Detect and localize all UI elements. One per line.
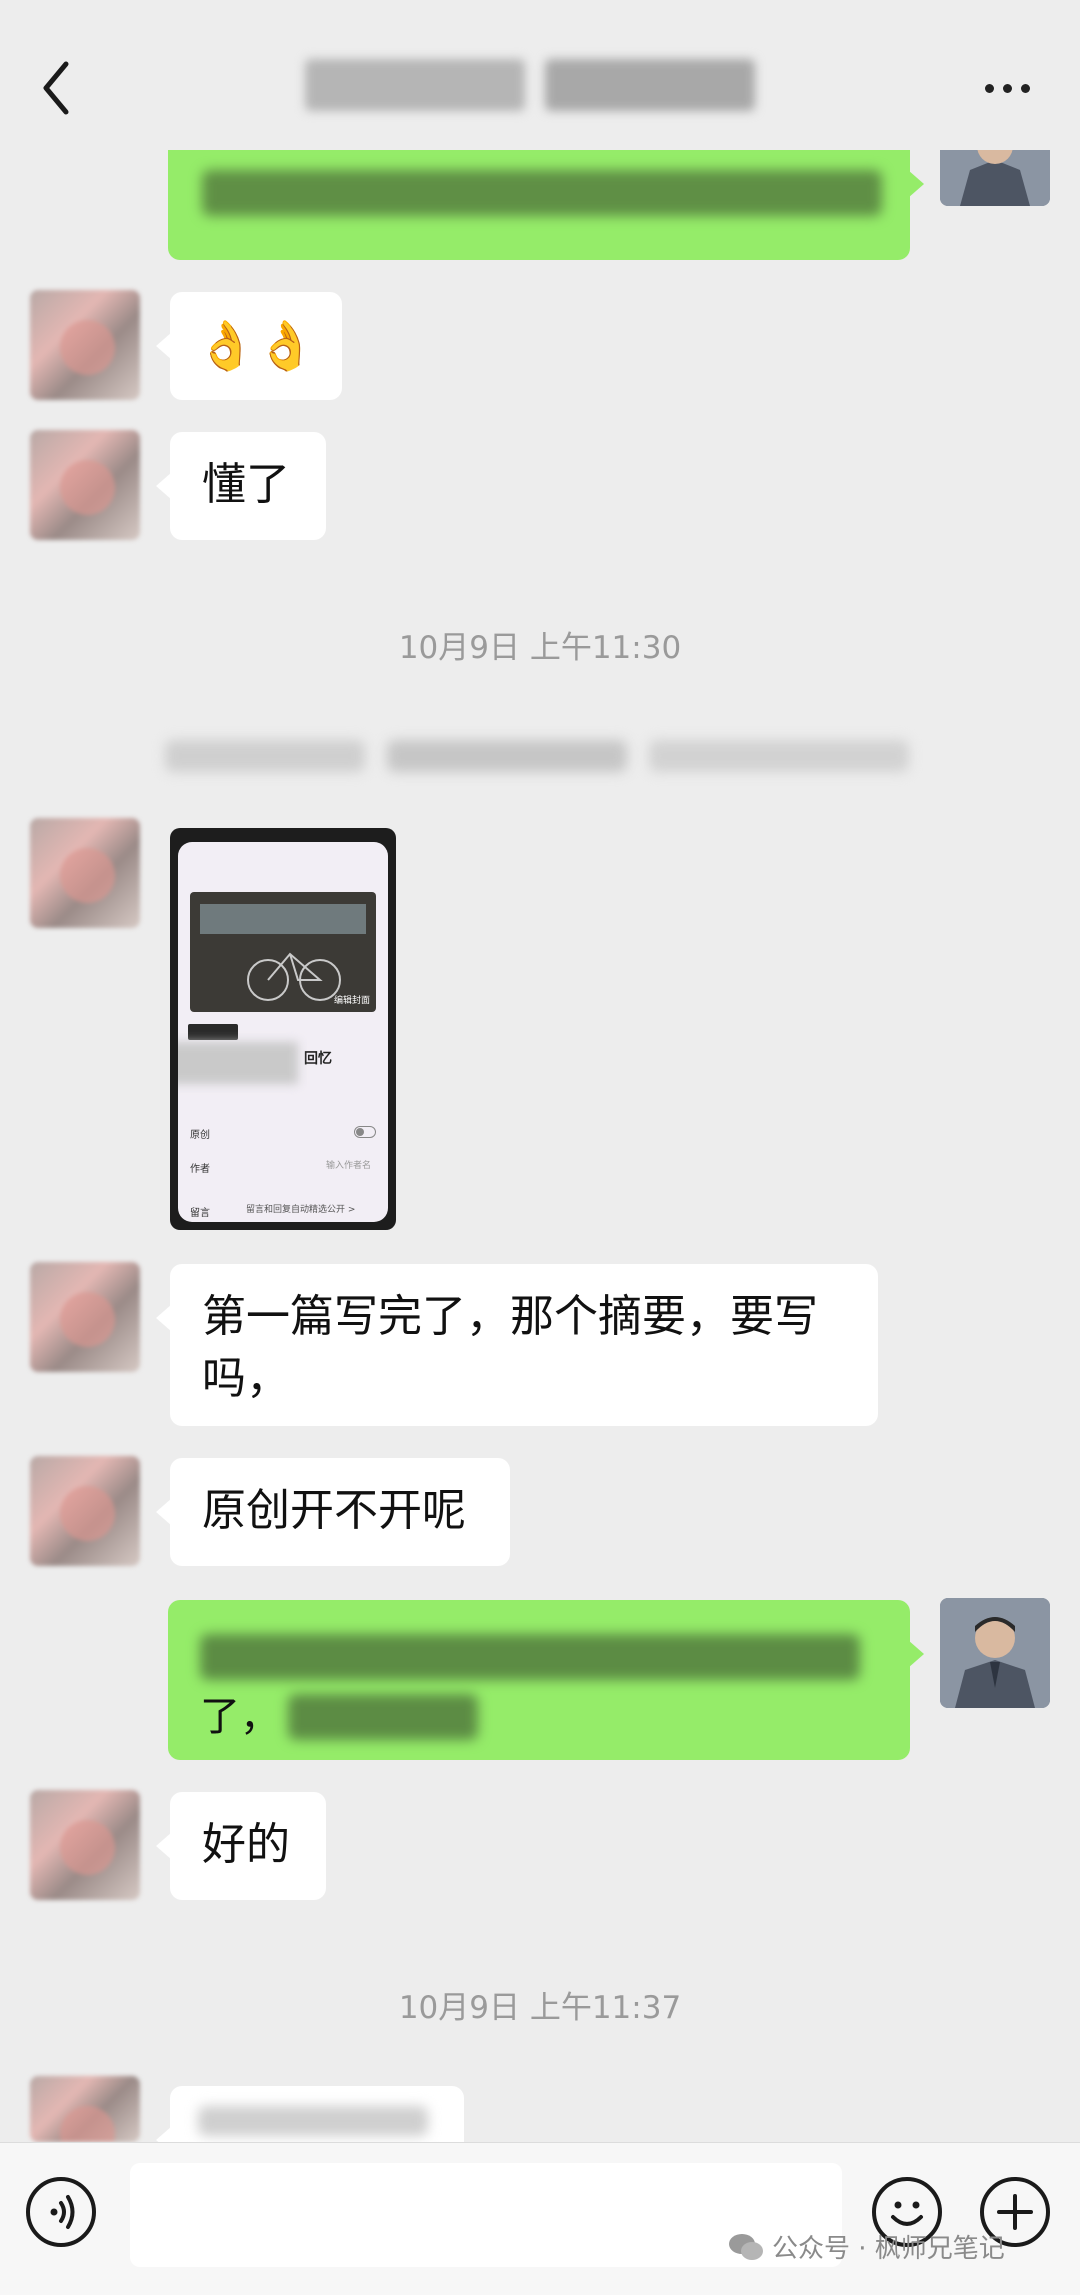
setting-original-label: 原创 bbox=[190, 1130, 210, 1141]
blurred-text bbox=[198, 2106, 428, 2136]
message-contact-5[interactable]: 第一篇写完了，那个摘要，要写吗， bbox=[156, 1264, 878, 1426]
message-contact-3[interactable]: 懂了 bbox=[156, 432, 326, 540]
message-text: 好的 bbox=[202, 1819, 290, 1870]
original-toggle bbox=[354, 1126, 376, 1138]
blurred-system-notice bbox=[165, 740, 925, 776]
timestamp: 10月9日 上午11:37 bbox=[398, 1990, 682, 2026]
message-text-fragment: 了， bbox=[200, 1694, 280, 1740]
image-message[interactable]: 编辑封面 回忆 原创 作者 输入作者名 留言 留言和回复自动精选公开 > bbox=[170, 828, 396, 1230]
voice-icon bbox=[50, 2195, 75, 2229]
edit-cover-tag: 编辑封面 bbox=[333, 996, 370, 1006]
setting-author-label: 作者 bbox=[190, 1164, 210, 1175]
person-icon bbox=[940, 1598, 1050, 1708]
timestamp: 10月9日 上午11:30 bbox=[398, 630, 682, 666]
message-text: 第一篇写完了，那个摘要，要写吗， bbox=[202, 1291, 818, 1404]
message-contact-2[interactable]: 👌👌 bbox=[156, 292, 342, 400]
more-horizontal-icon bbox=[985, 84, 994, 93]
avatar-contact[interactable] bbox=[30, 818, 140, 928]
avatar-contact[interactable] bbox=[30, 2076, 140, 2142]
watermark-text: 公众号 · 枫师兄笔记 bbox=[772, 2234, 1005, 2264]
avatar-contact[interactable] bbox=[30, 430, 140, 540]
setting-comment-label: 留言 bbox=[190, 1208, 210, 1219]
more-options-button[interactable] bbox=[985, 84, 1030, 93]
voice-button[interactable] bbox=[26, 2177, 96, 2247]
message-contact-8[interactable]: 好的 bbox=[156, 1792, 326, 1900]
wechat-icon bbox=[729, 2233, 763, 2260]
bicycle-photo: 编辑封面 bbox=[190, 892, 376, 1012]
article-title-suffix: 回忆 bbox=[304, 1051, 332, 1067]
ok-hand-emoji: 👌👌 bbox=[196, 318, 316, 374]
avatar-contact[interactable] bbox=[30, 1456, 140, 1566]
back-button[interactable] bbox=[38, 58, 78, 118]
chevron-left-icon bbox=[43, 61, 69, 115]
chat-header bbox=[0, 0, 1080, 150]
message-self-7[interactable]: 了， bbox=[168, 1600, 924, 1760]
message-contact-9[interactable] bbox=[156, 2086, 464, 2154]
avatar-self[interactable] bbox=[940, 1598, 1050, 1708]
comment-value: 留言和回复自动精选公开 > bbox=[246, 1205, 356, 1215]
message-text: 懂了 bbox=[202, 459, 290, 510]
input-bar bbox=[0, 2142, 1080, 2295]
chat-title-blurred bbox=[305, 55, 755, 115]
blurred-text bbox=[202, 170, 882, 216]
author-placeholder: 输入作者名 bbox=[326, 1161, 372, 1171]
avatar-contact[interactable] bbox=[30, 1262, 140, 1372]
avatar-contact[interactable] bbox=[30, 1790, 140, 1900]
watermark: 公众号 · 枫师兄笔记 bbox=[728, 2228, 1005, 2265]
message-text: 原创开不开呢 bbox=[202, 1485, 466, 1536]
phone-screenshot: 编辑封面 回忆 原创 作者 输入作者名 留言 留言和回复自动精选公开 > bbox=[178, 842, 388, 1222]
blurred-text bbox=[200, 1634, 860, 1680]
message-contact-6[interactable]: 原创开不开呢 bbox=[156, 1458, 510, 1566]
avatar-contact[interactable] bbox=[30, 290, 140, 400]
blurred-text bbox=[288, 1694, 478, 1740]
